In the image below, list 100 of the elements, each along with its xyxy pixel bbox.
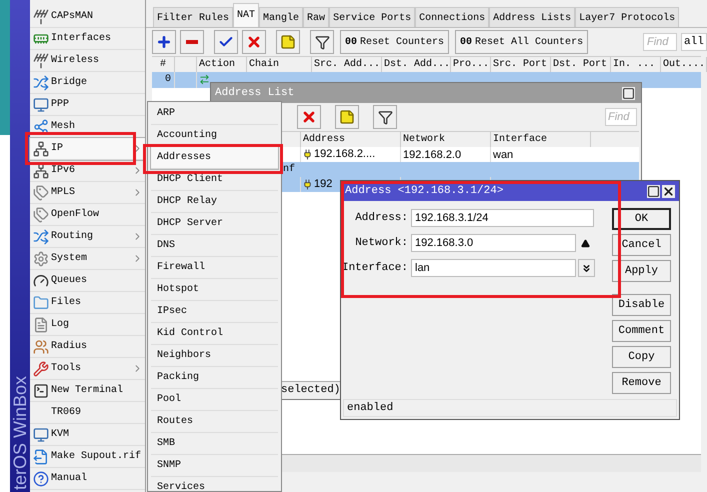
close-icon [246,34,262,50]
submenu-item[interactable]: ARP [151,103,278,125]
submenu-item[interactable]: DNS [151,235,278,257]
down-arrow-icon [581,262,592,274]
tags-icon [33,206,49,222]
submenu-item[interactable]: Packing [151,367,278,389]
dialog-button[interactable]: Remove [612,372,671,394]
tab[interactable]: Raw [303,7,330,27]
close-icon[interactable] [662,184,675,198]
tab[interactable]: Layer7 Protocols [575,7,680,27]
submenu-item[interactable]: DHCP Relay [151,191,278,213]
tab[interactable]: Address Lists [489,7,576,27]
antenna-icon [33,52,49,68]
plus-icon [156,34,172,50]
submenu-item[interactable]: Kid Control [151,323,278,345]
disable-button[interactable] [297,105,321,129]
menu-label: Manual [51,472,88,486]
menu-label: Tools [51,362,82,376]
terminal-icon [33,382,49,398]
dialog-button[interactable]: Comment [612,320,671,342]
help-icon [33,470,49,486]
dialog-button[interactable]: Disable [612,294,671,316]
submenu-item[interactable]: Services [151,477,278,491]
menu-label: TR069 [51,406,82,420]
reset-counters-button[interactable]: 00 Reset All Counters [455,30,588,54]
comment-button[interactable] [335,105,359,129]
add-button[interactable] [152,30,176,54]
up-arrow-icon[interactable] [581,238,590,248]
table-cell-text: 192 [314,177,332,192]
brand-text: terOS WinBox [11,376,29,490]
reset-counters-button[interactable]: 00 Reset Counters [340,30,450,54]
dialog-button[interactable]: OK [612,208,671,230]
menu-label: Files [51,296,82,310]
submenu-item[interactable]: Addresses [151,147,278,169]
submenu-item[interactable]: SMB [151,433,278,455]
file-export-icon [33,448,49,464]
menu-label: Radius [51,340,88,354]
remove-button[interactable] [180,30,204,54]
gear-icon [33,250,49,266]
network-icon [33,140,49,156]
wrench-icon [33,360,49,376]
note-icon [339,109,355,125]
filter-button[interactable] [310,30,334,54]
crossed-arrows-icon [33,228,49,244]
dialog-button[interactable]: Cancel [612,234,671,256]
filter-dropdown[interactable]: all [681,33,707,51]
tab[interactable]: Mangle [259,7,304,27]
submenu-item[interactable]: IPsec [151,301,278,323]
menu-label: MPLS [51,186,76,200]
field-label: Interface: [341,260,409,276]
input-field[interactable]: 192.168.3.1/24 [411,209,594,227]
gauge-icon [33,272,49,288]
close-icon [301,109,317,125]
submenu-item[interactable]: DHCP Server [151,213,278,235]
counter-icon: 00 [460,34,472,50]
menu-label: Mesh [51,120,76,134]
dialog-button[interactable]: Copy [612,346,671,368]
comment-button[interactable] [276,30,300,54]
tab[interactable]: NAT [233,3,260,27]
menu-label: KVM [51,428,70,442]
menu-label: Interfaces [51,32,112,46]
submenu-item[interactable]: Routes [151,411,278,433]
submenu-item[interactable]: SNMP [151,455,278,477]
tab[interactable]: Connections [415,7,490,27]
disable-button[interactable] [242,30,266,54]
maximize-icon[interactable] [622,86,635,100]
tab[interactable]: Filter Rules [153,7,234,27]
counter-icon: 00 [345,34,358,50]
submenu-item[interactable]: Hotspot [151,279,278,301]
dropdown-button[interactable] [578,259,595,277]
input-field[interactable]: lan [411,259,576,277]
submenu-item[interactable]: Firewall [151,257,278,279]
menu-item[interactable]: IP [30,138,145,160]
window-title: Address List [215,86,294,101]
plug-icon [302,149,313,160]
filter-button[interactable] [373,105,397,129]
table-cell-text: 192.168.2.... [314,147,376,162]
folder-icon [33,294,49,310]
enable-button[interactable] [214,30,238,54]
antenna-icon [33,8,49,24]
plug-icon [302,179,313,190]
nat-arrows-icon [199,74,210,85]
network-icon [33,162,49,178]
status-text: enabled [347,400,394,416]
document-icon [33,316,49,332]
menu-label: IPv6 [51,164,76,178]
filter-icon [314,34,330,50]
menu-item[interactable]: Log [30,314,145,336]
maximize-icon[interactable] [647,184,660,198]
menu-item[interactable]: IPv6 [30,160,145,182]
tab[interactable]: Service Ports [329,7,416,27]
menu-label: System [51,252,88,266]
table-cell: 0 [152,72,175,88]
submenu-item[interactable]: Pool [151,389,278,411]
menu-label: Bridge [51,76,88,90]
comment-text: nf [283,164,296,175]
tags-icon [33,184,49,200]
dialog-button[interactable]: Apply [612,260,671,282]
input-field[interactable]: 192.168.3.0 [411,234,576,252]
submenu-item[interactable]: Neighbors [151,345,278,367]
